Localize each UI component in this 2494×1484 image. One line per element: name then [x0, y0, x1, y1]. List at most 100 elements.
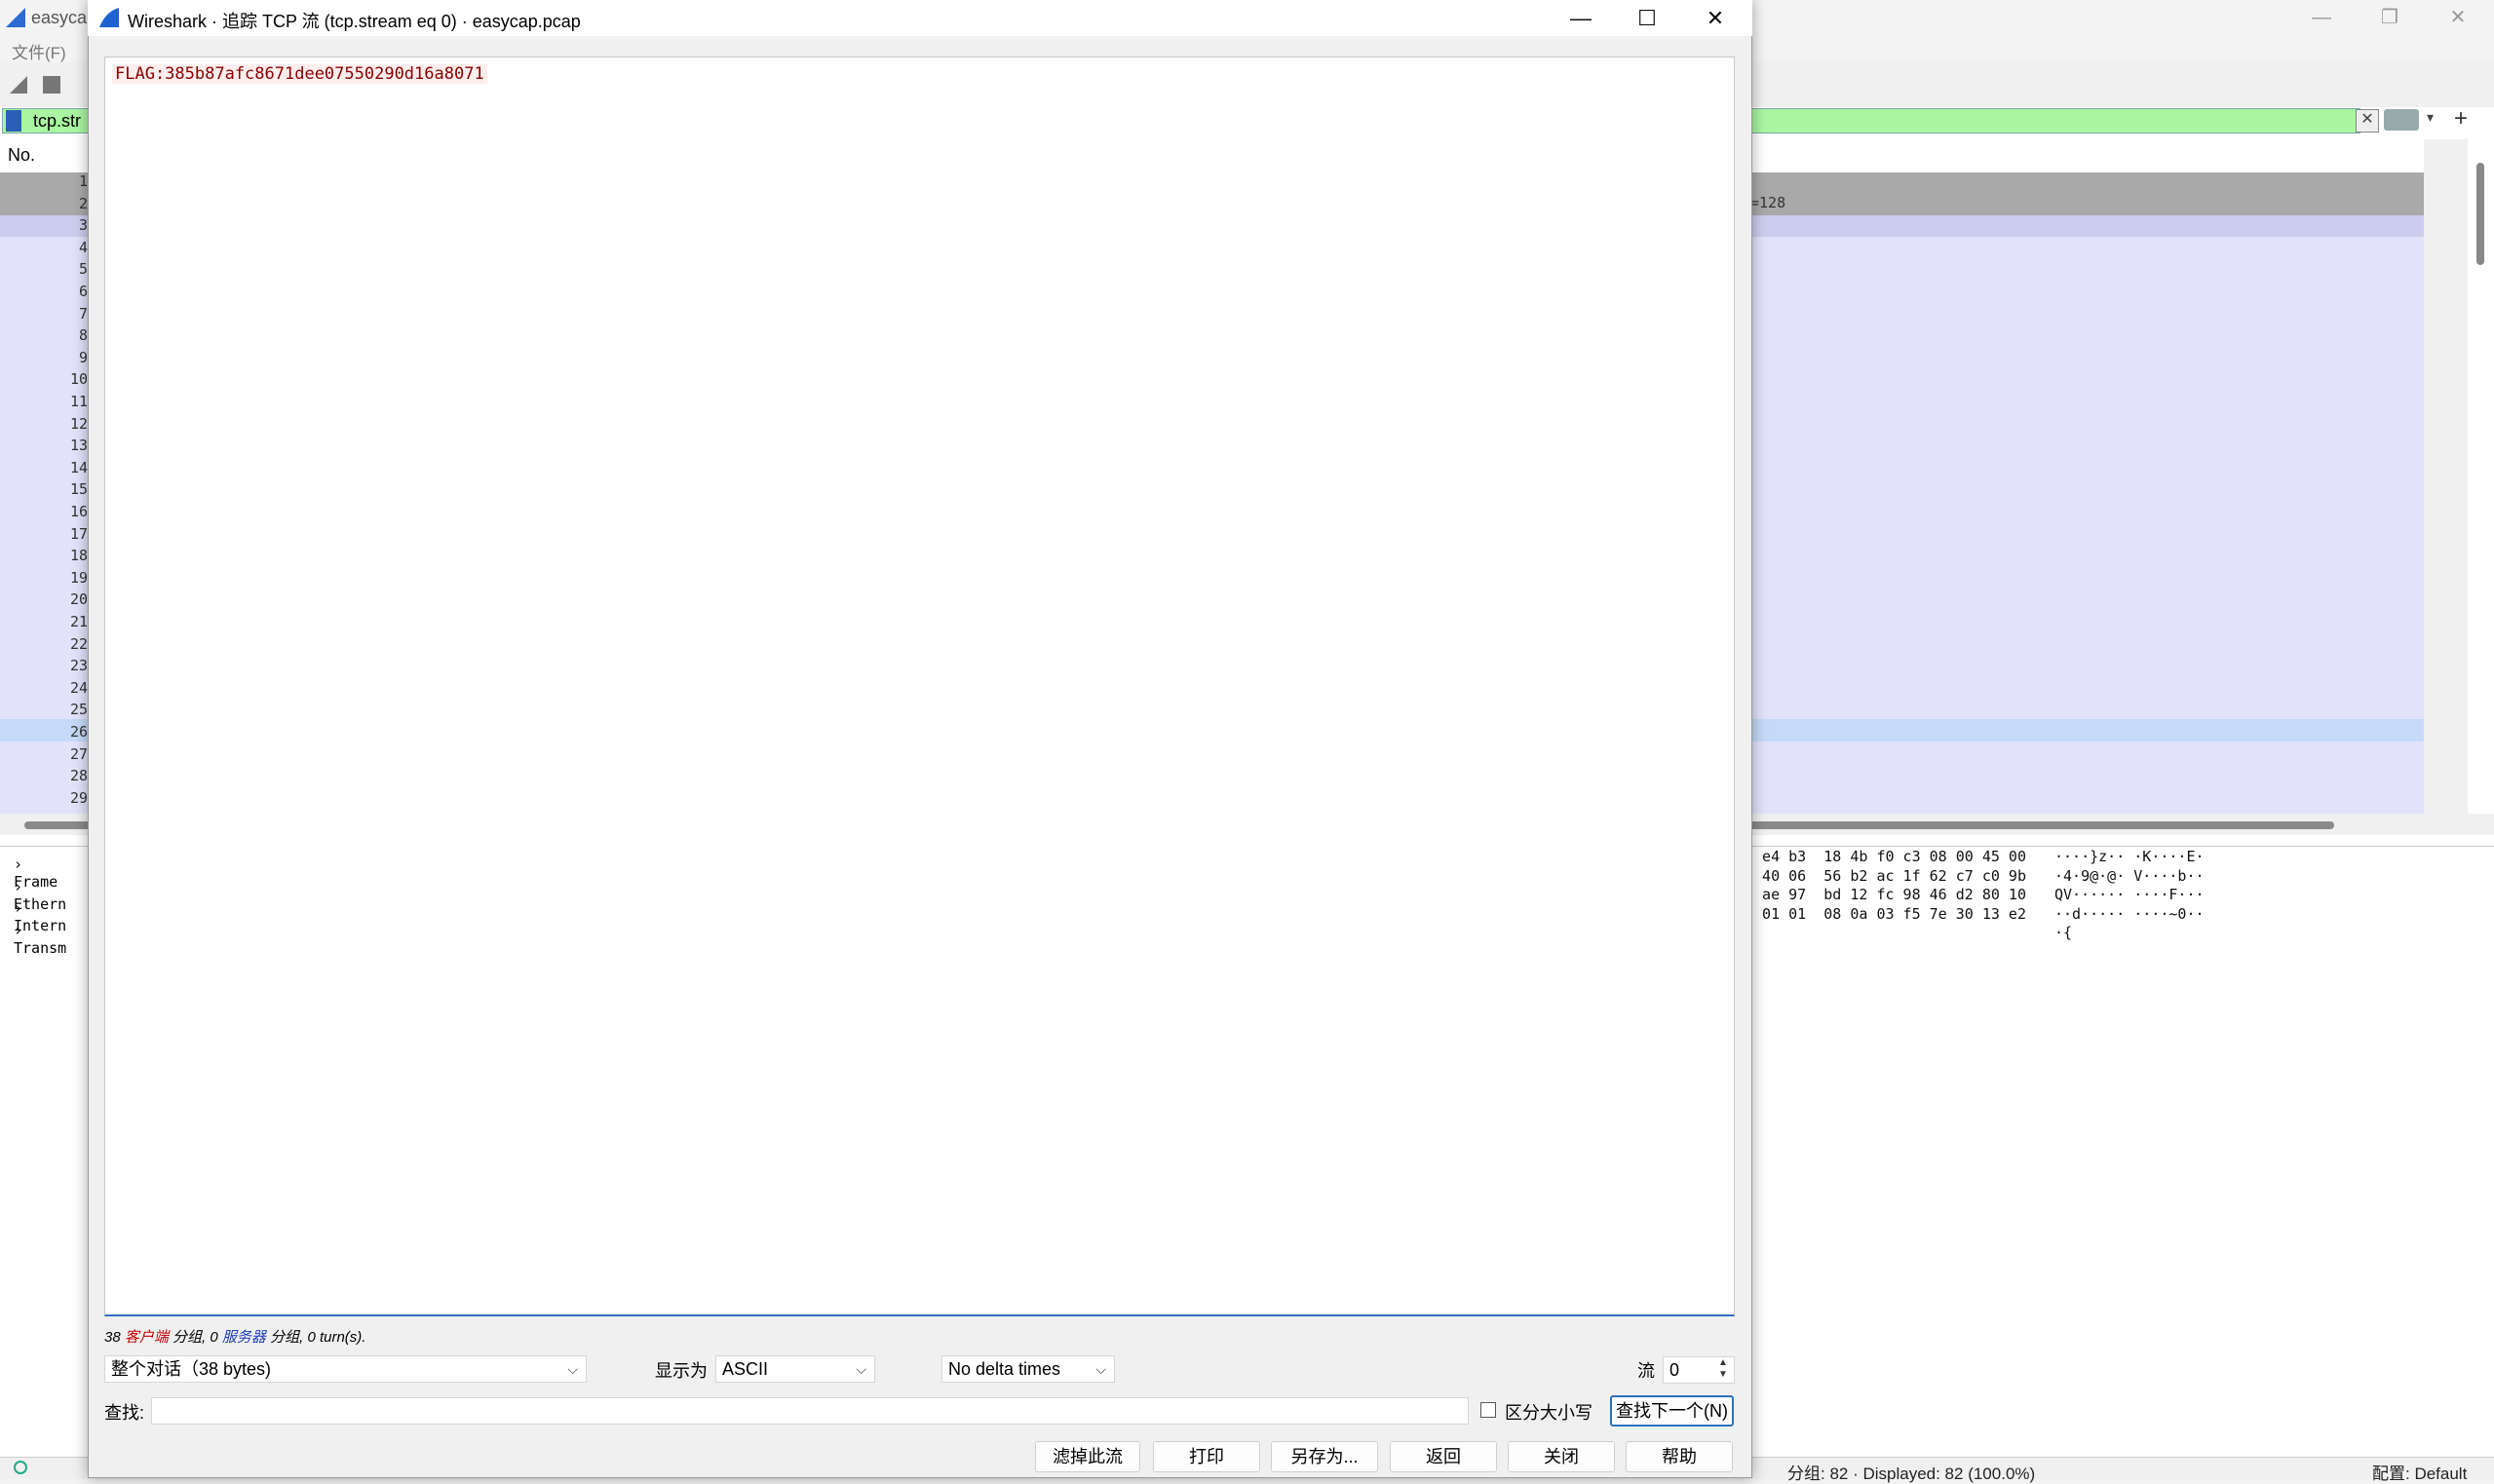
main-window-title: easycap [31, 8, 97, 27]
packet-row-number[interactable]: 27 [70, 745, 88, 763]
packet-row-number[interactable]: 2 [79, 195, 88, 212]
hex-line[interactable]: 40 06 56 b2 ac 1f 62 c7 c0 9b [1745, 867, 2026, 885]
find-next-button[interactable]: 查找下一个(N) [1610, 1395, 1734, 1427]
packet-row-number[interactable]: 1 [79, 172, 88, 190]
stream-number-spinner-icon[interactable]: ▲ ▼ [1713, 1357, 1733, 1383]
apply-filter-icon[interactable] [2384, 109, 2419, 131]
ascii-line[interactable]: QV······ ····F··· [2054, 886, 2205, 903]
conversation-select[interactable]: 整个对话（38 bytes) ⌵ [104, 1355, 587, 1383]
turns-count: 0 turn(s). [307, 1329, 366, 1346]
stream-content-area[interactable] [104, 57, 1735, 1316]
packet-row-number[interactable]: 4 [79, 239, 88, 256]
expert-info-icon[interactable] [14, 1461, 27, 1474]
ascii-line[interactable]: ·4·9@·@· V····b·· [2054, 867, 2205, 885]
packet-row-number[interactable]: 7 [79, 305, 88, 323]
print-button[interactable]: 打印 [1153, 1441, 1260, 1472]
stream-summary: 38 客户端 分组, 0 服务器 分组, 0 turn(s). [104, 1326, 365, 1347]
wireshark-fin-icon [99, 8, 119, 27]
packet-row-number[interactable]: 26 [70, 723, 88, 741]
packet-row-number[interactable]: 20 [70, 590, 88, 608]
packet-row-number[interactable]: 22 [70, 635, 88, 653]
packet-row-info: =128 [1750, 194, 1786, 211]
add-filter-button-icon[interactable]: + [2454, 105, 2468, 133]
dialog-maximize-icon[interactable]: ☐ [1614, 0, 1680, 36]
packet-row-number[interactable]: 21 [70, 613, 88, 630]
packet-row-number[interactable]: 25 [70, 701, 88, 718]
restore-icon[interactable]: ❐ [2370, 4, 2409, 31]
menu-file[interactable]: 文件(F) [12, 39, 66, 63]
details-tree-item[interactable]: › Transm [14, 922, 66, 957]
status-profile[interactable]: 配置: Default [2372, 1460, 2467, 1484]
ascii-line[interactable]: ··d····· ····~0·· [2054, 905, 2205, 923]
case-sensitive-checkbox[interactable] [1480, 1402, 1496, 1418]
packet-row-number[interactable]: 11 [70, 393, 88, 410]
stop-capture-icon[interactable] [43, 76, 60, 94]
packet-row-number[interactable]: 29 [70, 789, 88, 807]
show-as-value: ASCII [722, 1359, 769, 1379]
packet-row-number[interactable]: 18 [70, 547, 88, 564]
display-filter-text: tcp.str [33, 111, 82, 131]
chevron-down-icon: ⌵ [856, 1361, 866, 1377]
conversation-select-value: 整个对话（38 bytes) [111, 1359, 272, 1379]
ascii-line[interactable]: ····}z·· ·K····E· [2054, 848, 2205, 865]
find-label: 查找: [104, 1403, 145, 1423]
hex-line[interactable]: 01 01 08 0a 03 f5 7e 30 13 e2 [1745, 905, 2026, 923]
packet-row-number[interactable]: 23 [70, 657, 88, 674]
packet-list-vscroll[interactable] [2424, 139, 2468, 814]
packet-row-number[interactable]: 19 [70, 569, 88, 587]
find-input[interactable] [151, 1397, 1469, 1425]
save-as-button[interactable]: 另存为... [1271, 1441, 1378, 1472]
show-as-label: 显示为 [655, 1361, 708, 1381]
packet-row-number[interactable]: 3 [79, 216, 88, 234]
stream-number-label: 流 [1637, 1361, 1655, 1381]
hex-line[interactable]: ae 97 bd 12 fc 98 46 d2 80 10 [1745, 886, 2026, 903]
hex-line[interactable]: e4 b3 18 4b f0 c3 08 00 45 00 [1745, 848, 2026, 865]
packets-word-2: 分组, [270, 1329, 304, 1346]
packet-row-number[interactable]: 6 [79, 283, 88, 300]
packet-row-number[interactable]: 8 [79, 326, 88, 344]
status-packets: 分组: 82 · Displayed: 82 (100.0%) [1787, 1465, 2036, 1483]
chevron-down-icon: ⌵ [567, 1361, 578, 1377]
filter-out-stream-button[interactable]: 滤掉此流 [1035, 1441, 1140, 1472]
show-as-select[interactable]: ASCII ⌵ [715, 1355, 875, 1383]
packet-bytes-pane[interactable] [1745, 846, 2494, 1451]
packet-row-number[interactable]: 12 [70, 415, 88, 433]
stream-number-value: 0 [1669, 1360, 1680, 1380]
client-label: 客户端 [124, 1329, 169, 1346]
dialog-title: Wireshark · 追踪 TCP 流 (tcp.stream eq 0) ·… [128, 12, 581, 31]
packet-row-number[interactable]: 5 [79, 260, 88, 278]
packet-row-number[interactable]: 15 [70, 480, 88, 498]
packet-row-number[interactable]: 14 [70, 459, 88, 476]
server-label: 服务器 [221, 1329, 266, 1346]
client-count: 38 [104, 1329, 121, 1346]
delta-times-select[interactable]: No delta times ⌵ [941, 1355, 1115, 1383]
packet-row-number[interactable]: 13 [70, 437, 88, 454]
bookmark-icon[interactable] [6, 110, 21, 132]
packet-row-number[interactable]: 28 [70, 767, 88, 784]
close-button[interactable]: 关闭 [1508, 1441, 1615, 1472]
back-button[interactable]: 返回 [1390, 1441, 1497, 1472]
packet-list-vscroll-thumb[interactable] [2476, 163, 2484, 265]
clear-filter-icon[interactable]: ✕ [2356, 109, 2379, 133]
ascii-line[interactable]: ·{ [2054, 924, 2072, 941]
dialog-minimize-icon[interactable]: — [1548, 0, 1614, 36]
help-button[interactable]: 帮助 [1626, 1441, 1733, 1472]
server-count: 0 [210, 1329, 218, 1346]
packet-row-number[interactable]: 16 [70, 503, 88, 520]
packet-row-number[interactable]: 9 [79, 349, 88, 366]
packet-row-number[interactable]: 17 [70, 525, 88, 543]
wireshark-fin-icon [6, 8, 25, 27]
packet-row-number[interactable]: 24 [70, 679, 88, 697]
stream-content-text: FLAG:385b87afc8671dee07550290d16a8071 [112, 64, 487, 84]
minimize-icon[interactable]: — [2302, 4, 2341, 31]
filter-history-chevron-icon[interactable]: ▾ [2427, 109, 2434, 126]
start-capture-icon[interactable] [8, 74, 29, 95]
chevron-down-icon: ⌵ [1095, 1361, 1106, 1377]
packets-word: 分组, [173, 1329, 207, 1346]
case-sensitive-label: 区分大小写 [1505, 1403, 1592, 1423]
packet-row-number[interactable]: 10 [70, 370, 88, 388]
close-icon[interactable]: ✕ [2438, 4, 2477, 31]
dialog-close-icon[interactable]: ✕ [1682, 0, 1748, 36]
column-no[interactable]: No. [8, 145, 35, 166]
delta-times-value: No delta times [948, 1359, 1061, 1379]
